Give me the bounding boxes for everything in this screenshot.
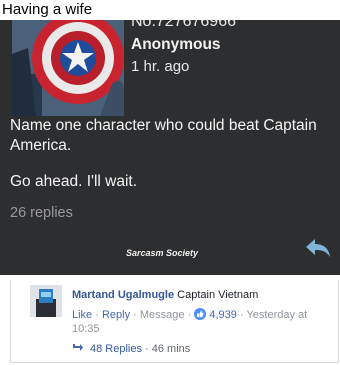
post-body: Name one character who could beat Captai… bbox=[10, 116, 332, 208]
view-replies[interactable]: 48 Replies · 46 mins bbox=[72, 343, 190, 355]
replies-age: 46 mins bbox=[151, 343, 191, 355]
captain-america-shield-icon bbox=[12, 20, 124, 116]
reply-arrow-icon bbox=[72, 343, 84, 352]
comment-box: Martand Ugalmugle Captain Vietnam Like ·… bbox=[10, 280, 339, 363]
post-id: No.727676966 bbox=[131, 20, 236, 30]
reply-link[interactable]: Reply bbox=[102, 309, 130, 321]
poster-avatar[interactable] bbox=[12, 20, 124, 116]
comment-text: Captain Vietnam bbox=[177, 289, 259, 301]
separator: · bbox=[92, 309, 102, 321]
watermark: Sarcasm Society bbox=[126, 248, 199, 258]
share-arrow-icon[interactable] bbox=[305, 238, 331, 258]
reaction-count[interactable]: 4,939 bbox=[209, 309, 237, 321]
meme-caption: Having a wife bbox=[0, 0, 340, 20]
post-panel: No.727676966 Anonymous 1 hr. ago Name on… bbox=[0, 20, 340, 275]
post-body-question: Name one character who could beat Captai… bbox=[10, 117, 317, 154]
comment-panel: Martand Ugalmugle Captain Vietnam Like ·… bbox=[0, 275, 340, 365]
commenter-avatar[interactable] bbox=[30, 285, 62, 317]
comment-line: Martand Ugalmugle Captain Vietnam bbox=[72, 289, 258, 301]
comment-author[interactable]: Martand Ugalmugle bbox=[72, 289, 174, 301]
comment-actions: Like · Reply · Message · 4,939 · Yesterd… bbox=[72, 308, 312, 336]
like-link[interactable]: Like bbox=[72, 309, 92, 321]
separator: · bbox=[184, 309, 195, 321]
like-reaction-icon[interactable] bbox=[194, 308, 207, 320]
replies-count[interactable]: 48 Replies bbox=[90, 343, 142, 355]
poster-name: Anonymous bbox=[131, 36, 221, 53]
post-body-challenge: Go ahead. I'll wait. bbox=[10, 173, 138, 190]
reply-count[interactable]: 26 replies bbox=[10, 205, 73, 221]
post-timestamp: 1 hr. ago bbox=[131, 58, 190, 75]
commenter-avatar-icon bbox=[30, 285, 62, 317]
separator: · bbox=[141, 343, 152, 355]
message-link[interactable]: Message bbox=[140, 309, 185, 321]
separator: · bbox=[130, 309, 140, 321]
